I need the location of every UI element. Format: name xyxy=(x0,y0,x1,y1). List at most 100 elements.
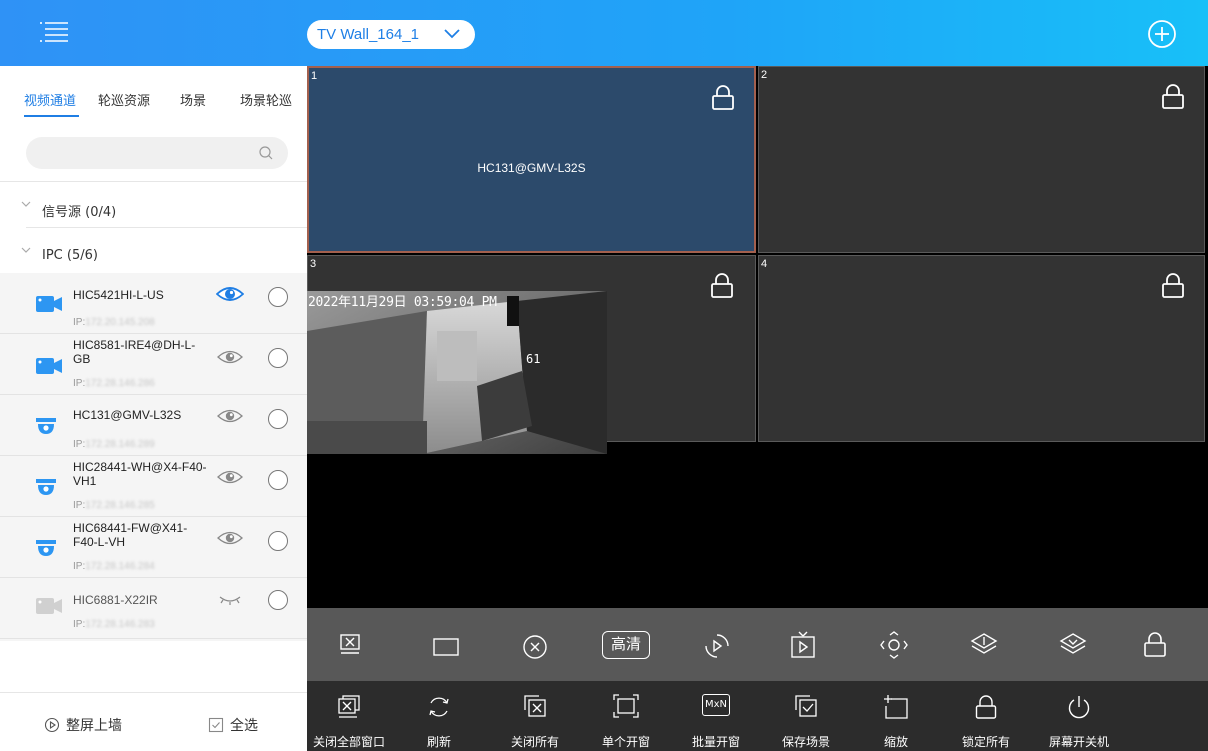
preview-eye-icon[interactable] xyxy=(216,468,244,486)
refresh-icon xyxy=(429,697,449,717)
top-bar: TV Wall_164_1 xyxy=(0,0,1208,66)
group-label: IPC (5/6) xyxy=(42,248,98,263)
device-select-radio[interactable] xyxy=(268,348,288,368)
device-select-radio[interactable] xyxy=(268,590,288,610)
device-ip: IP:172.28.146.285 xyxy=(73,500,155,511)
single-open-icon xyxy=(613,694,639,718)
save-scene-button[interactable]: 保存场景 xyxy=(761,681,851,751)
tab-video-channel[interactable]: 视频通道 xyxy=(24,90,76,109)
box-camera-icon xyxy=(36,296,62,312)
lock-icon[interactable] xyxy=(1161,272,1185,298)
action-label: 刷新 xyxy=(426,735,451,749)
preview-eye-icon[interactable] xyxy=(216,407,244,425)
device-item[interactable]: HIC5421HI-L-US IP:172.20.145.208 xyxy=(0,273,307,334)
fullscreen-wall-button[interactable]: 整屏上墙 xyxy=(44,715,122,735)
cell-number: 3 xyxy=(310,258,317,270)
close-all-button[interactable]: 关闭所有 xyxy=(490,681,580,751)
cell-number: 4 xyxy=(761,258,768,270)
close-circle-icon[interactable] xyxy=(522,634,548,660)
layer-down-icon[interactable] xyxy=(1059,632,1087,658)
refresh-button[interactable]: 刷新 xyxy=(394,681,484,751)
menu-list-icon xyxy=(40,22,68,42)
layer-up-icon[interactable] xyxy=(970,632,998,658)
select-all-label: 全选 xyxy=(230,718,258,734)
group-ipc[interactable]: IPC (5/6) xyxy=(0,232,307,278)
dome-camera-icon xyxy=(36,479,56,495)
preview-eye-icon[interactable] xyxy=(216,285,244,303)
plus-circle-icon xyxy=(1148,20,1176,48)
group-signal-source[interactable]: 信号源 (0/4) xyxy=(0,186,307,232)
screen-power-button[interactable]: 屏幕开关机 xyxy=(1034,681,1124,751)
video-overlay-text: 61 xyxy=(526,352,541,366)
cell-number: 1 xyxy=(311,70,318,82)
preview-eye-icon[interactable] xyxy=(216,529,244,547)
batch-open-button[interactable]: MxN 批量开窗 xyxy=(671,681,761,751)
device-select-radio[interactable] xyxy=(268,470,288,490)
device-select-radio[interactable] xyxy=(268,409,288,429)
video-timestamp: 2022年11月29日 03:59:04 PM xyxy=(308,295,497,310)
tab-scene-patrol[interactable]: 场景轮巡 xyxy=(240,90,292,109)
resource-tabs: 视频通道 轮巡资源 场景 场景轮巡 xyxy=(0,66,307,126)
save-scene-icon xyxy=(795,695,817,717)
search-input[interactable] xyxy=(40,143,240,163)
tv-wall-selector[interactable]: TV Wall_164_1 xyxy=(307,20,475,49)
group-label: 信号源 (0/4) xyxy=(42,205,117,220)
preview-eye-icon[interactable] xyxy=(216,348,244,366)
tab-scene[interactable]: 场景 xyxy=(180,90,206,109)
zoom-button[interactable]: 缩放 xyxy=(851,681,941,751)
single-window-icon[interactable] xyxy=(433,637,459,657)
play-circle-icon xyxy=(44,717,60,733)
device-item[interactable]: HC131@GMV-L32S IP:172.28.146.289 xyxy=(0,395,307,456)
active-tab-indicator xyxy=(24,115,79,117)
wall-action-bar: 关闭全部窗口 刷新 关闭所有 单个开窗 MxN 批量开窗 保存场景 缩放 锁定所… xyxy=(307,681,1208,751)
playback-icon[interactable] xyxy=(704,632,730,660)
ptz-icon[interactable] xyxy=(879,630,909,660)
close-all-windows-button[interactable]: 关闭全部窗口 xyxy=(304,681,394,751)
device-name: HIC6881-X22IR xyxy=(73,593,158,607)
lock-icon[interactable] xyxy=(1143,630,1167,658)
lock-icon[interactable] xyxy=(1161,83,1185,109)
chevron-down-icon xyxy=(444,29,460,39)
power-icon xyxy=(1068,696,1090,719)
device-item[interactable]: HIC68441-FW@X41-F40-L-VH IP:172.28.146.2… xyxy=(0,517,307,578)
live-video-window[interactable]: 2022年11月29日 03:59:04 PM 61 xyxy=(307,291,607,454)
device-select-radio[interactable] xyxy=(268,531,288,551)
lock-icon[interactable] xyxy=(710,272,734,298)
close-window-icon[interactable] xyxy=(339,633,361,655)
zoom-icon xyxy=(884,695,908,719)
tab-patrol-resource[interactable]: 轮巡资源 xyxy=(98,90,150,109)
search-icon[interactable] xyxy=(258,145,274,161)
dome-camera-icon xyxy=(36,540,56,556)
panel-footer: 整屏上墙 全选 xyxy=(0,692,307,751)
fullscreen-wall-label: 整屏上墙 xyxy=(66,718,122,734)
wall-cell-1[interactable]: 1 HC131@GMV-L32S xyxy=(307,66,756,253)
divider xyxy=(0,181,307,182)
device-ip: IP:172.28.146.286 xyxy=(73,378,155,389)
device-item[interactable]: HIC28441-WH@X4-F40-VH1 IP:172.28.146.285 xyxy=(0,456,307,517)
cell-number: 2 xyxy=(761,69,768,81)
device-item[interactable]: HIC6881-X22IR IP:172.28.146.283 xyxy=(0,578,307,639)
wall-cell-4[interactable]: 4 xyxy=(758,255,1205,442)
device-item[interactable]: HIC8581-IRE4@DH-L-GB IP:172.28.146.286 xyxy=(0,334,307,395)
checkbox-icon xyxy=(208,717,224,733)
closed-eye-icon[interactable] xyxy=(216,590,244,608)
wall-cell-2[interactable]: 2 xyxy=(758,66,1205,253)
resource-panel: 视频通道 轮巡资源 场景 场景轮巡 信号源 (0/4) IPC (5/6) HI… xyxy=(0,66,307,751)
cell-channel-name: HC131@GMV-L32S xyxy=(477,161,586,175)
menu-button[interactable] xyxy=(30,17,74,49)
lock-all-icon xyxy=(975,695,997,719)
device-name: HIC28441-WH@X4-F40-VH1 xyxy=(73,460,207,488)
action-label: 锁定所有 xyxy=(961,735,1010,749)
single-open-button[interactable]: 单个开窗 xyxy=(581,681,671,751)
lock-icon[interactable] xyxy=(711,84,735,110)
device-ip: IP:172.20.145.208 xyxy=(73,317,155,328)
tv-play-icon[interactable] xyxy=(790,630,816,660)
device-ip: IP:172.28.146.289 xyxy=(73,439,155,450)
device-select-radio[interactable] xyxy=(268,287,288,307)
lock-all-button[interactable]: 锁定所有 xyxy=(941,681,1031,751)
select-all-button[interactable]: 全选 xyxy=(208,715,258,735)
action-label: 单个开窗 xyxy=(601,735,650,749)
add-button[interactable] xyxy=(1146,18,1178,50)
action-label: 屏幕开关机 xyxy=(1048,735,1109,749)
hd-button[interactable]: 高清 xyxy=(602,631,650,659)
